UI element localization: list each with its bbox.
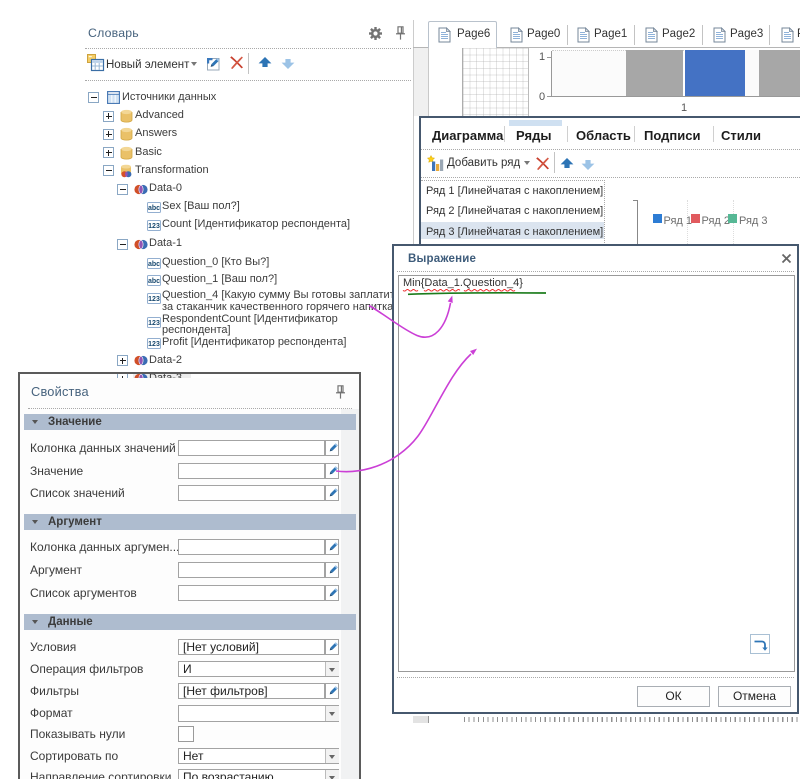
svg-text:abc: abc [148, 261, 160, 268]
svg-text:123: 123 [148, 320, 160, 327]
svg-text:123: 123 [148, 223, 160, 230]
svg-text:123: 123 [148, 296, 160, 303]
svg-text:abc: abc [148, 278, 160, 285]
svg-text:123: 123 [148, 341, 160, 348]
svg-text:abc: abc [148, 205, 160, 212]
